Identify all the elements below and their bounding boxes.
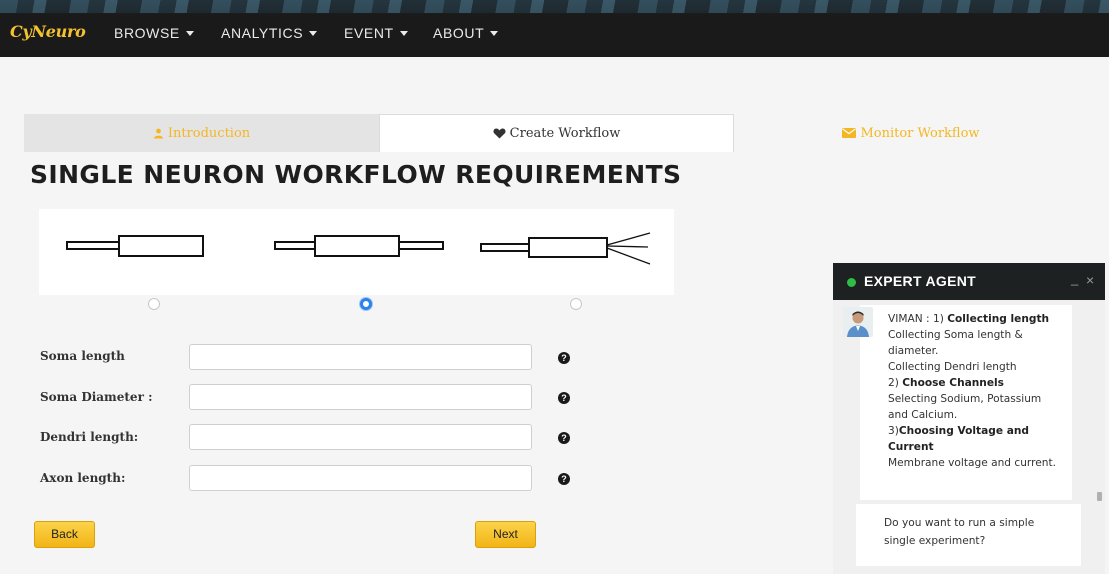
question-line: single experiment? xyxy=(884,535,986,547)
minimize-icon[interactable]: _ xyxy=(1071,271,1078,286)
nav-event-label: EVENT xyxy=(344,25,394,41)
chat-title: EXPERT AGENT xyxy=(864,273,976,289)
tab-monitor-workflow[interactable]: Monitor Workflow xyxy=(734,114,1088,152)
chat-header: EXPERT AGENT _ × xyxy=(833,263,1105,300)
tab-introduction[interactable]: Introduction xyxy=(24,114,379,152)
message-line: Membrane voltage and current. xyxy=(888,457,1056,469)
message-line: 3)Choosing Voltage and xyxy=(888,423,1072,439)
neuron-diagrams xyxy=(39,209,674,295)
axon-length-input[interactable] xyxy=(189,465,532,491)
message-line: Collecting Soma length & xyxy=(888,329,1023,341)
step-number: 2) xyxy=(888,377,899,389)
soma-length-label: Soma length xyxy=(40,349,125,363)
nav-browse-label: BROWSE xyxy=(114,25,180,41)
caret-down-icon xyxy=(185,30,194,36)
envelope-icon xyxy=(842,128,857,138)
tab-create-workflow[interactable]: Create Workflow xyxy=(379,114,734,152)
tab-create-workflow-label: Create Workflow xyxy=(509,126,621,141)
neuron-diagram-branched xyxy=(480,232,651,265)
question-line: Do you want to run a simple xyxy=(884,517,1035,529)
tab-introduction-label: Introduction xyxy=(167,125,251,141)
online-status-dot xyxy=(847,278,856,287)
message-line: diameter. xyxy=(888,345,939,357)
neuron-diagram-soma-axon xyxy=(66,235,204,257)
dendri-length-label: Dendri length: xyxy=(40,430,139,444)
nav-browse[interactable]: BROWSE xyxy=(114,25,194,41)
chat-scrollbar[interactable] xyxy=(1097,492,1102,501)
soma-diameter-input[interactable] xyxy=(189,384,532,410)
message-line: Current xyxy=(888,439,1072,455)
sender-name: VIMAN : xyxy=(888,313,930,325)
navbar-texture xyxy=(0,0,1109,13)
message-line: Selecting Sodium, Potassium xyxy=(888,393,1042,405)
help-icon[interactable]: ? xyxy=(558,392,570,404)
nav-analytics-label: ANALYTICS xyxy=(221,25,304,41)
caret-down-icon xyxy=(399,30,408,36)
top-navbar: CyNeuro BROWSE ANALYTICS EVENT ABOUT xyxy=(0,0,1109,57)
neuron-option-radio-1[interactable] xyxy=(148,298,160,310)
step-title: Current xyxy=(888,441,934,453)
axon-length-label: Axon length: xyxy=(40,471,126,485)
soma-diameter-label: Soma Diameter : xyxy=(40,390,153,404)
caret-down-icon xyxy=(490,30,499,36)
heart-icon xyxy=(493,128,506,139)
back-button[interactable]: Back xyxy=(34,521,95,548)
nav-about-label: ABOUT xyxy=(433,25,485,41)
step-number: 3) xyxy=(888,425,899,437)
message-line: and Calcium. xyxy=(888,409,958,421)
expert-agent-chat: EXPERT AGENT _ × VIMAN : 1) Collecting l… xyxy=(833,263,1105,574)
agent-avatar xyxy=(843,307,873,337)
workflow-tabs: Introduction Create Workflow Monitor Wor… xyxy=(24,114,1088,152)
brand-logo[interactable]: CyNeuro xyxy=(10,22,86,41)
step-title: Choose Channels xyxy=(902,377,1004,389)
neuron-diagram-dendrite-soma-axon xyxy=(274,235,444,257)
agent-message: VIMAN : 1) Collecting length Collecting … xyxy=(860,305,1072,500)
neuron-option-radio-2[interactable] xyxy=(360,298,372,310)
help-icon[interactable]: ? xyxy=(558,432,570,444)
nav-event[interactable]: EVENT xyxy=(344,25,408,41)
next-button[interactable]: Next xyxy=(475,521,536,548)
step-number: 1) xyxy=(933,313,944,325)
step-title: Choosing Voltage and xyxy=(898,425,1029,437)
soma-length-input[interactable] xyxy=(189,344,532,370)
help-icon[interactable]: ? xyxy=(558,473,570,485)
nav-analytics[interactable]: ANALYTICS xyxy=(221,25,318,41)
message-line: 2) Choose Channels xyxy=(888,375,1072,391)
tab-monitor-workflow-label: Monitor Workflow xyxy=(860,125,980,141)
caret-down-icon xyxy=(309,30,318,36)
nav-about[interactable]: ABOUT xyxy=(433,25,499,41)
step-title: Collecting length xyxy=(947,313,1050,325)
user-icon xyxy=(153,128,163,139)
page-title: SINGLE NEURON WORKFLOW REQUIREMENTS xyxy=(30,160,682,189)
neuron-option-radio-3[interactable] xyxy=(570,298,582,310)
close-icon[interactable]: × xyxy=(1086,272,1094,288)
help-icon[interactable]: ? xyxy=(558,352,570,364)
dendri-length-input[interactable] xyxy=(189,424,532,450)
agent-question: Do you want to run a simple single exper… xyxy=(856,504,1081,566)
message-line: VIMAN : 1) Collecting length xyxy=(888,311,1072,327)
message-line: Collecting Dendri length xyxy=(888,361,1017,373)
